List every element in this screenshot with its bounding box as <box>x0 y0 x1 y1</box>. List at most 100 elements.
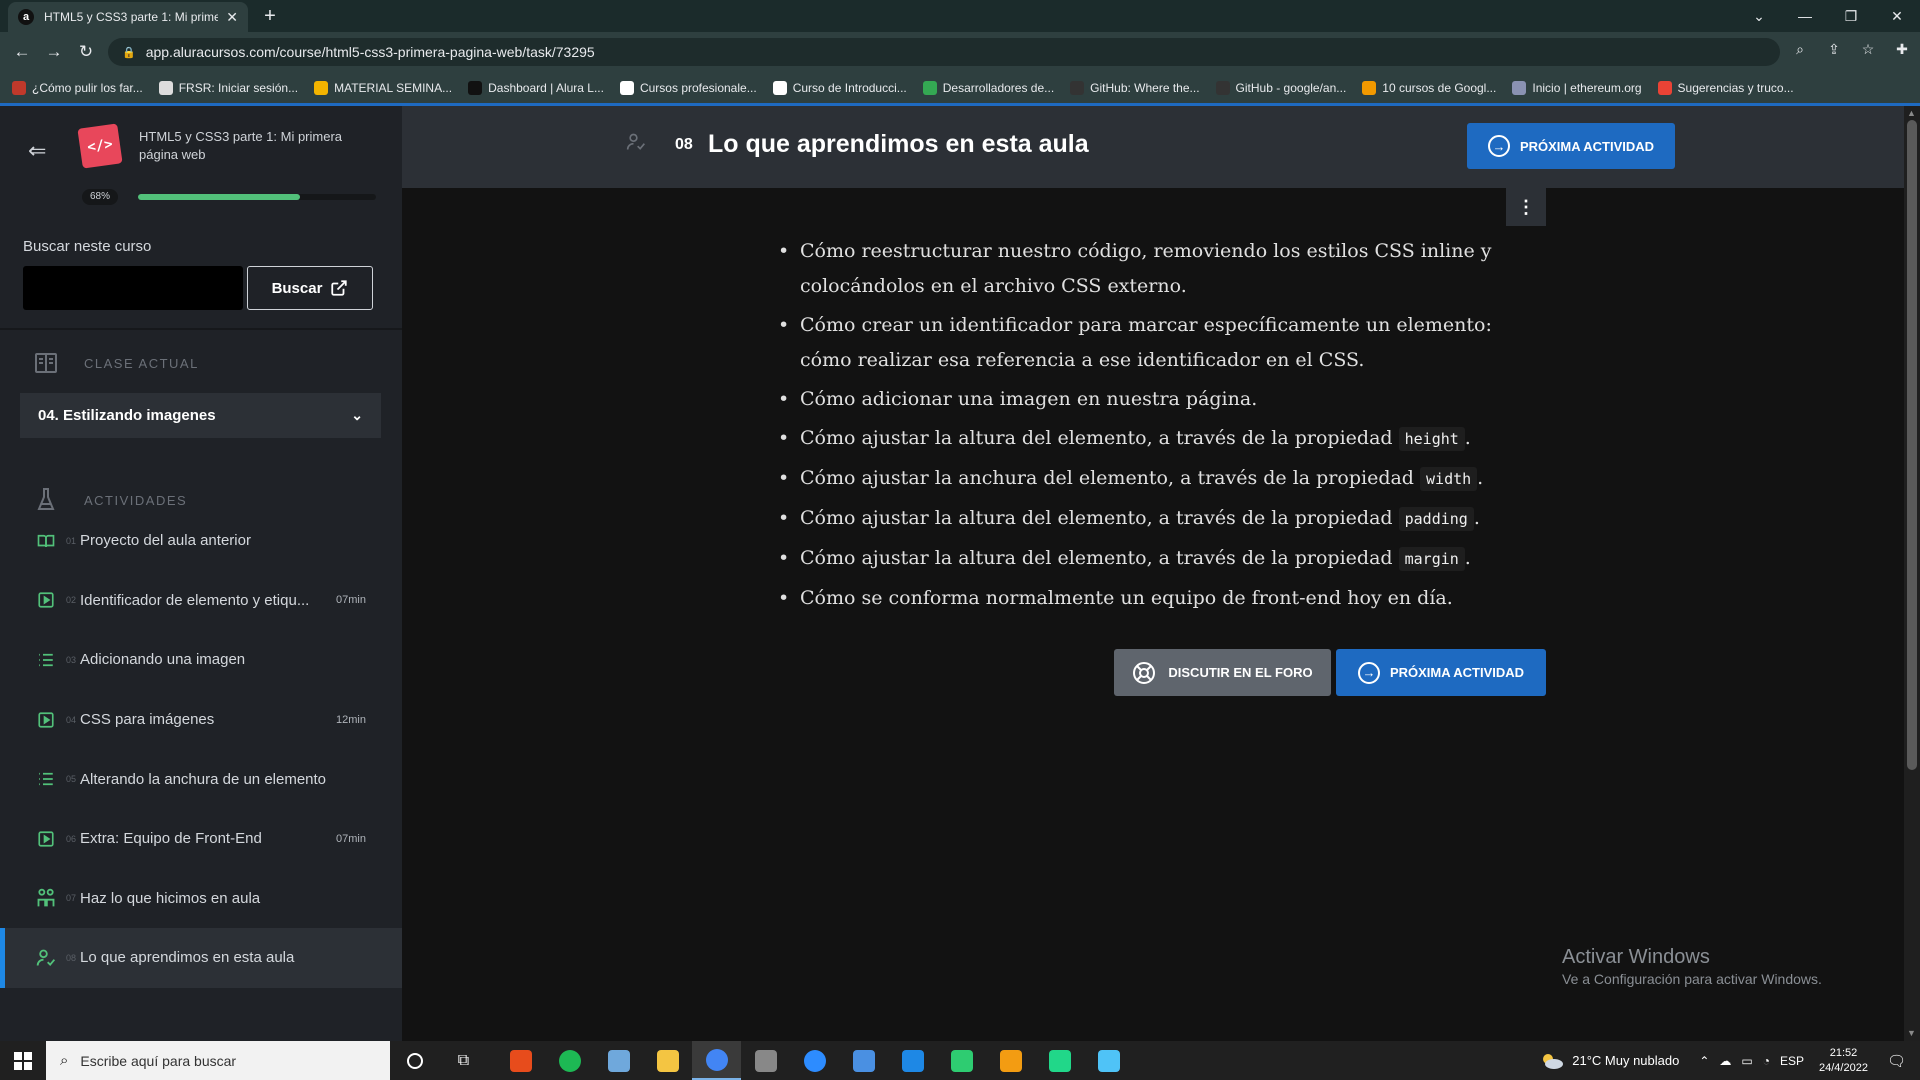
activity-item[interactable]: 05 Alterando la anchura de un elemento <box>0 749 402 809</box>
person-check-icon <box>626 132 646 157</box>
activity-item[interactable]: 08 Lo que aprendimos en esta aula <box>0 928 402 988</box>
cortana-icon[interactable] <box>390 1041 439 1080</box>
bookmark-item[interactable]: GitHub: Where the... <box>1070 81 1200 95</box>
battery-icon[interactable]: ▭ <box>1741 1054 1752 1068</box>
taskbar-app[interactable] <box>1084 1041 1133 1080</box>
collapse-sidebar-icon[interactable]: ⇐ <box>28 138 56 166</box>
bookmark-label: Sugerencias y truco... <box>1677 81 1794 95</box>
scroll-down-icon[interactable]: ▼ <box>1907 1028 1916 1038</box>
taskbar-app[interactable] <box>594 1041 643 1080</box>
bookmark-item[interactable]: FRSR: Iniciar sesión... <box>158 81 298 95</box>
zoom-icon[interactable]: ⌕ <box>1790 41 1810 58</box>
close-window-button[interactable]: ✕ <box>1874 0 1920 32</box>
person-check-icon <box>36 948 56 968</box>
language-indicator[interactable]: ESP <box>1780 1054 1804 1068</box>
taskbar-search-input[interactable]: ⌕ Escribe aquí para buscar <box>46 1041 390 1080</box>
taskbar-app[interactable] <box>1035 1041 1084 1080</box>
bookmark-item[interactable]: Desarrolladores de... <box>922 81 1054 95</box>
summary-punctuation: . <box>1464 427 1471 449</box>
taskbar-app[interactable] <box>496 1041 545 1080</box>
taskbar-app[interactable] <box>741 1041 790 1080</box>
page-scrollbar[interactable]: ▲ ▼ <box>1904 106 1920 1041</box>
progress-fill <box>138 194 300 200</box>
progress-bar <box>138 194 376 200</box>
activity-item[interactable]: 06 Extra: Equipo de Front-End 07min <box>0 809 402 869</box>
next-activity-button-bottom[interactable]: → PRÓXIMA ACTIVIDAD <box>1336 649 1546 696</box>
task-header: 08 Lo que aprendimos en esta aula → PRÓX… <box>402 106 1904 188</box>
bookmark-item[interactable]: GitHub - google/an... <box>1215 81 1347 95</box>
taskbar-app[interactable] <box>790 1041 839 1080</box>
activity-title: Alterando la anchura de un elemento <box>80 770 327 788</box>
tab-search-icon[interactable]: ⌄ <box>1736 0 1782 32</box>
search-button[interactable]: Buscar <box>247 266 373 310</box>
activity-title: CSS para imágenes <box>80 711 215 729</box>
bookmark-label: Cursos profesionale... <box>639 81 757 95</box>
activity-item[interactable]: 01 Proyecto del aula anterior <box>0 511 402 571</box>
reload-icon[interactable]: ↻ <box>74 40 98 64</box>
new-tab-button[interactable]: + <box>258 4 282 28</box>
taskbar-app[interactable] <box>839 1041 888 1080</box>
activity-item[interactable]: 07 Haz lo que hicimos en aula <box>0 869 402 929</box>
share-icon[interactable]: ⇪ <box>1824 41 1844 58</box>
window-controls: ⌄ — ❐ ✕ <box>1736 0 1920 32</box>
bookmark-item[interactable]: Inicio | ethereum.org <box>1512 81 1642 95</box>
bookmark-item[interactable]: Sugerencias y truco... <box>1657 81 1794 95</box>
bookmark-item[interactable]: MATERIAL SEMINA... <box>314 81 452 95</box>
discuss-forum-button[interactable]: DISCUTIR EN EL FORO <box>1114 649 1331 696</box>
scrollbar-thumb[interactable] <box>1907 120 1917 770</box>
onedrive-icon[interactable]: ☁ <box>1719 1054 1731 1068</box>
clock[interactable]: 21:52 24/4/2022 <box>1819 1046 1868 1076</box>
tab-close-icon[interactable]: ✕ <box>226 9 238 26</box>
next-activity-button-top[interactable]: → PRÓXIMA ACTIVIDAD <box>1467 123 1675 169</box>
chevron-up-icon[interactable]: ⌃ <box>1699 1054 1709 1068</box>
activity-item[interactable]: 03 Adicionando una imagen <box>0 630 402 690</box>
options-kebab-icon[interactable]: ⋮ <box>1506 188 1546 226</box>
bookmark-item[interactable]: Curso de Introducci... <box>772 81 907 95</box>
browser-tab[interactable]: a HTML5 y CSS3 parte 1: Mi primera ✕ <box>8 2 248 32</box>
activity-item[interactable]: 02 Identificador de elemento y etiqu... 07… <box>0 571 402 631</box>
course-title[interactable]: HTML5 y CSS3 parte 1: Mi primera página … <box>139 128 379 164</box>
taskbar-app[interactable] <box>692 1041 741 1080</box>
notifications-icon[interactable]: 🗨 <box>1887 1052 1906 1070</box>
bookmark-favicon-icon <box>1512 81 1527 95</box>
taskbar-app[interactable] <box>937 1041 986 1080</box>
taskbar-app[interactable] <box>888 1041 937 1080</box>
lock-icon[interactable]: 🔒 <box>122 46 136 59</box>
app-icon <box>852 1049 875 1072</box>
bookmark-label: GitHub - google/an... <box>1235 81 1347 95</box>
weather-text[interactable]: 21°C Muy nublado <box>1572 1053 1679 1068</box>
bookmark-item[interactable]: Cursos profesionale... <box>619 81 757 95</box>
activity-title: Extra: Equipo de Front-End <box>80 830 262 848</box>
bookmark-item[interactable]: 10 cursos de Googl... <box>1362 81 1496 95</box>
activity-item[interactable]: 04 CSS para imágenes 12min <box>0 690 402 750</box>
taskbar-app[interactable] <box>545 1041 594 1080</box>
forward-arrow-icon[interactable]: → <box>42 40 66 64</box>
bookmark-item[interactable]: ¿Cómo pulir los far... <box>12 81 143 95</box>
bookmark-favicon-icon <box>619 81 634 95</box>
bookmark-item[interactable]: Dashboard | Alura L... <box>468 81 604 95</box>
watermark-title: Activar Windows <box>1562 946 1710 968</box>
taskbar-app[interactable] <box>643 1041 692 1080</box>
wifi-icon[interactable]: ◔ <box>1763 1054 1770 1068</box>
summary-text: Cómo ajustar la anchura del elemento, a … <box>800 467 1421 489</box>
restore-button[interactable]: ❐ <box>1828 0 1874 32</box>
activity-number: 03 <box>66 654 77 665</box>
extensions-puzzle-icon[interactable]: ✚ <box>1892 41 1912 58</box>
star-icon[interactable]: ☆ <box>1858 41 1878 58</box>
scroll-up-icon[interactable]: ▲ <box>1907 108 1916 118</box>
course-search-input[interactable] <box>23 266 243 310</box>
address-bar[interactable]: 🔒 app.aluracursos.com/course/html5-css3-… <box>108 38 1780 66</box>
course-sidebar: ⇐ </> HTML5 y CSS3 parte 1: Mi primera p… <box>0 106 402 1041</box>
current-lesson-select[interactable]: 04. Estilizando imagenes ⌄ <box>20 393 381 438</box>
taskbar-app[interactable] <box>986 1041 1035 1080</box>
app-icon <box>950 1049 973 1072</box>
minimize-button[interactable]: — <box>1782 0 1828 32</box>
windows-start-icon[interactable] <box>0 1041 46 1080</box>
bookmark-favicon-icon <box>468 81 483 95</box>
task-view-icon[interactable]: ⧉ <box>439 1041 488 1080</box>
page-title: Lo que aprendimos en esta aula <box>708 130 1089 158</box>
summary-item: Cómo ajustar la altura del elemento, a t… <box>772 501 1492 537</box>
back-arrow-icon[interactable]: ← <box>10 40 34 64</box>
video-icon <box>36 710 56 730</box>
bookmark-favicon-icon <box>12 81 26 95</box>
